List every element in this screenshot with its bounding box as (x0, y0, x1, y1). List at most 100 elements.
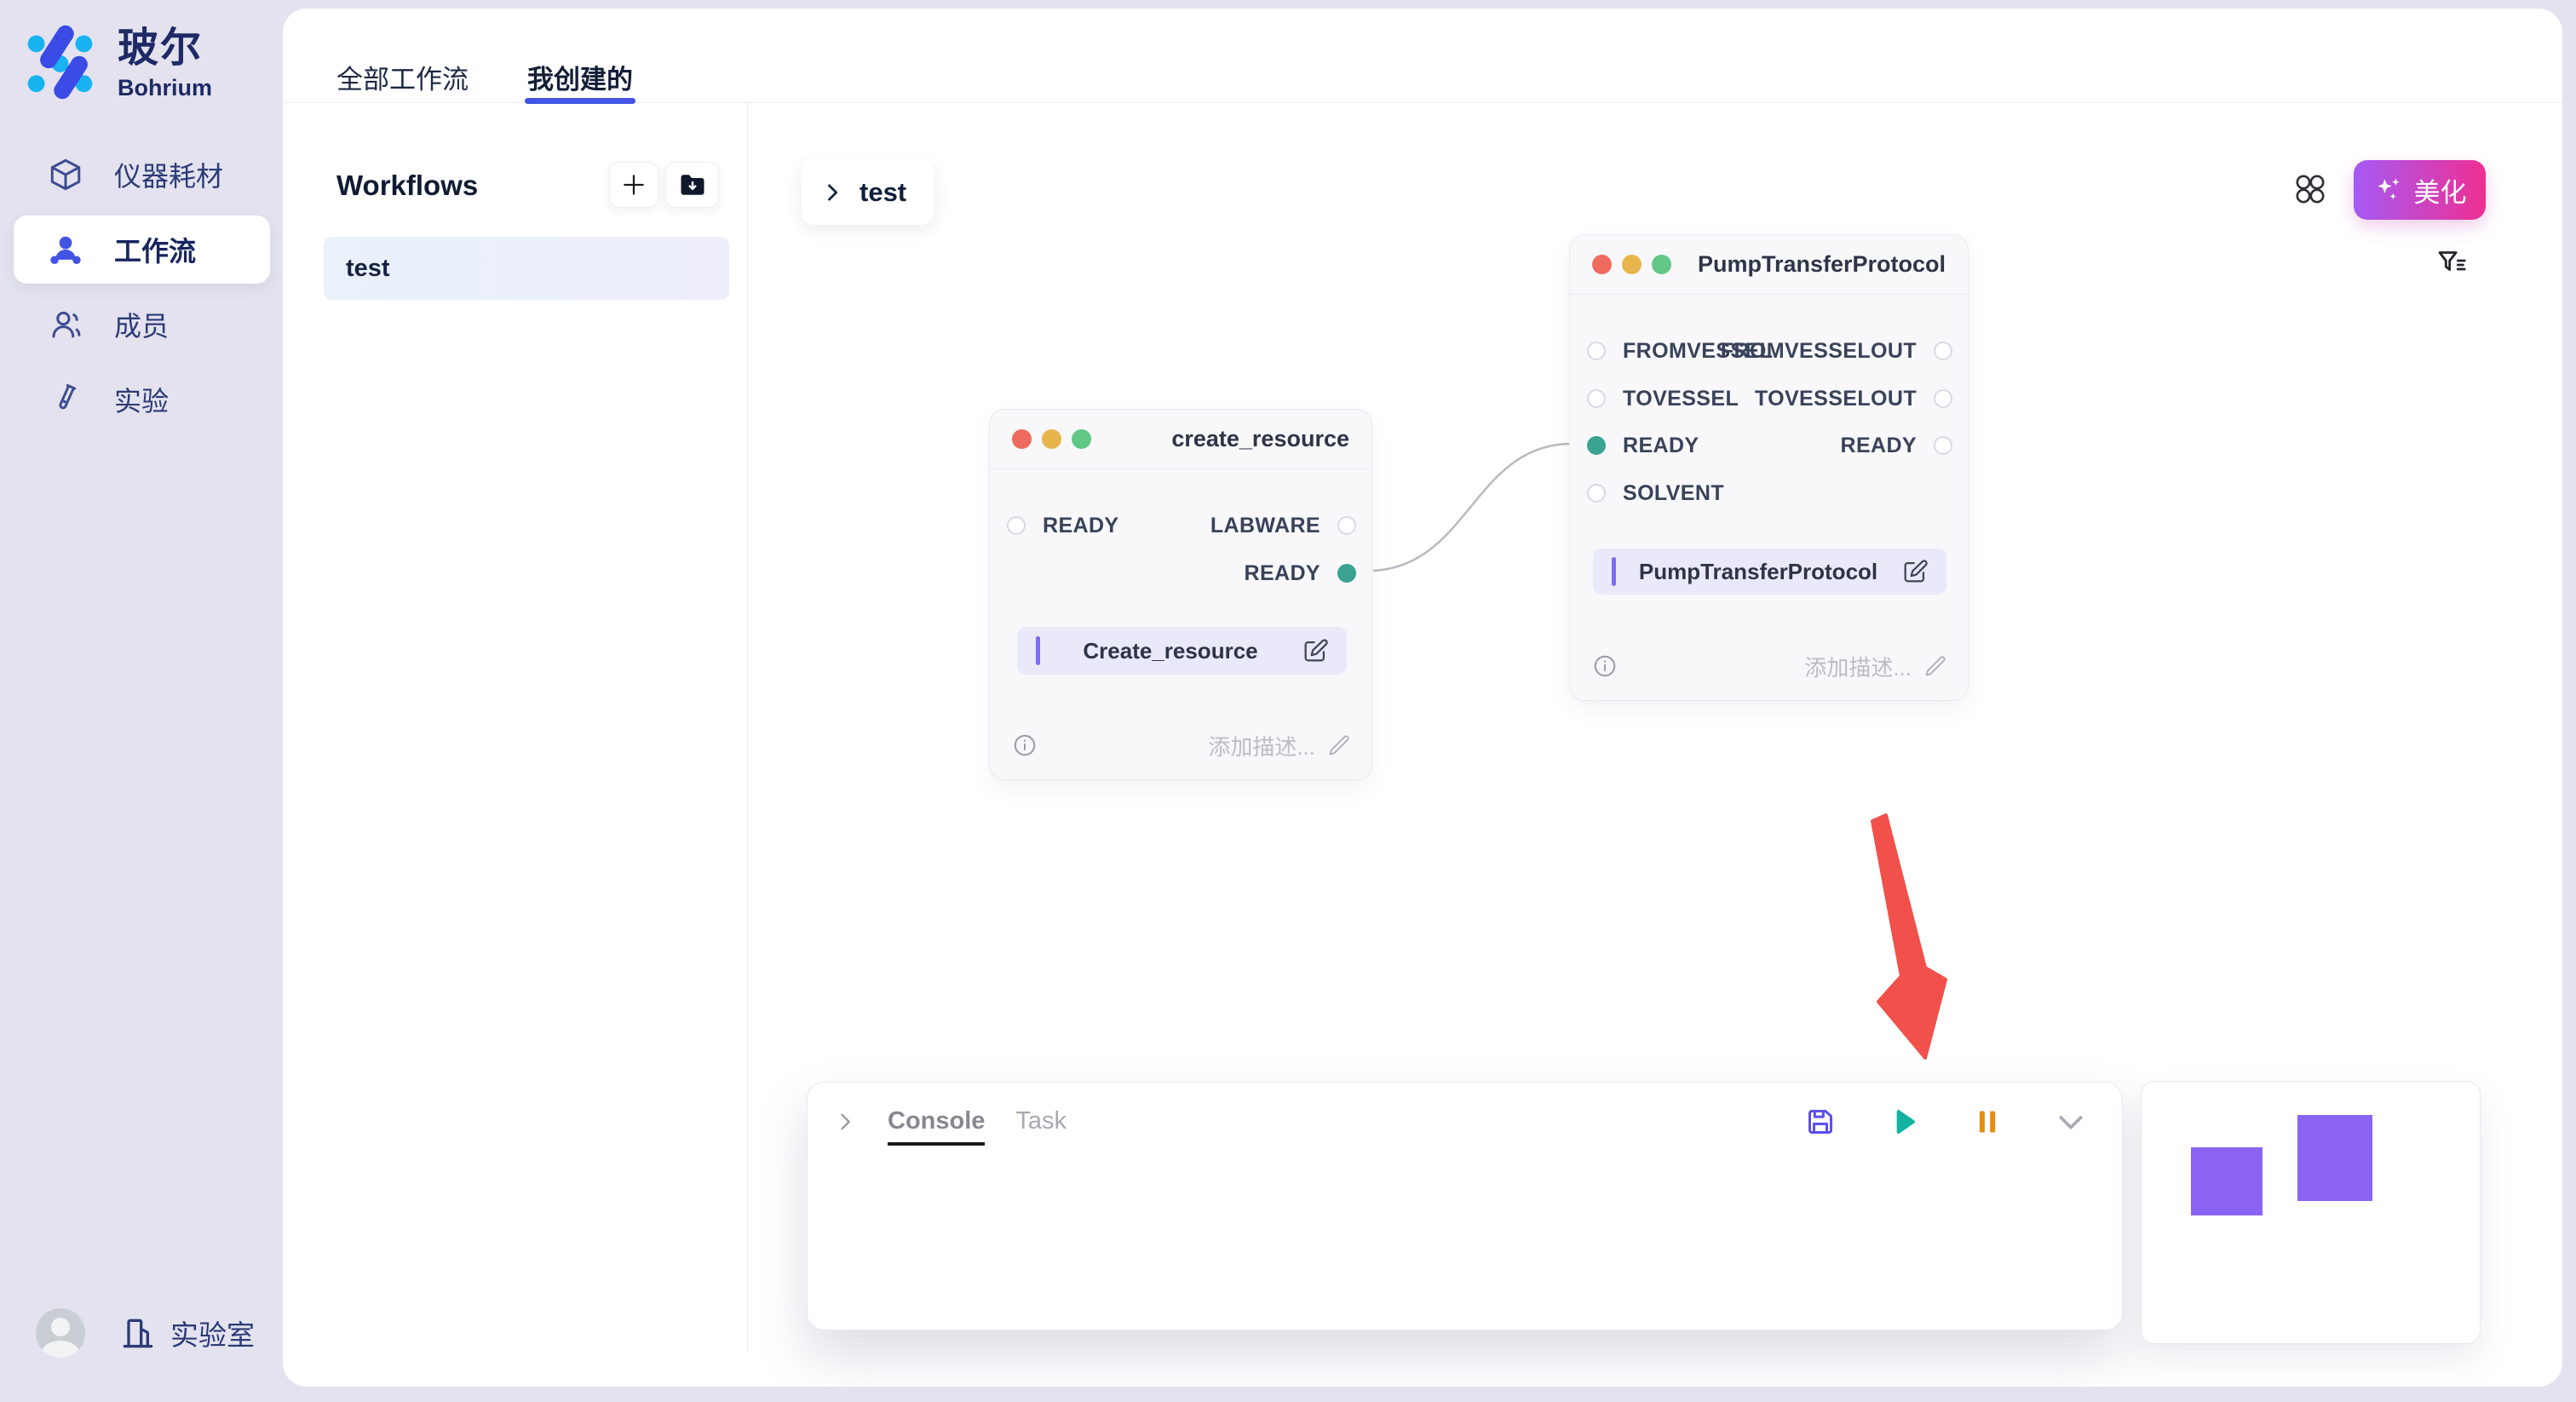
node-footer: 添加描述... (1012, 730, 1351, 761)
action-label: Create_resource (1040, 638, 1301, 664)
sidebar-item-experiments[interactable]: 实验 (14, 365, 270, 434)
traffic-dots (1592, 255, 1671, 274)
port-tovesselout-out: TOVESSELOUT (1755, 388, 1952, 410)
port-handle[interactable] (1007, 516, 1026, 535)
port-label: READY (1840, 434, 1917, 458)
minimap-node-create-resource (2191, 1147, 2263, 1215)
chevron-down-icon[interactable] (2054, 1105, 2088, 1139)
info-icon[interactable] (1012, 733, 1038, 758)
minimap[interactable] (2141, 1081, 2481, 1344)
workflow-list-panel: Workflows test (283, 103, 748, 1353)
description-placeholder[interactable]: 添加描述... (1208, 730, 1315, 761)
node-expand-dot[interactable] (1652, 255, 1671, 274)
layout-grid-icon[interactable] (2293, 172, 2327, 206)
minimap-node-pump-transfer (2297, 1115, 2372, 1201)
box-icon (48, 157, 83, 192)
node-expand-dot[interactable] (1072, 429, 1091, 449)
port-handle[interactable] (1337, 564, 1356, 583)
port-tovessel-in: TOVESSEL (1587, 388, 1739, 410)
port-solvent-in: SOLVENT (1587, 482, 1724, 504)
sidebar-item-label: 成员 (114, 305, 169, 344)
annotation-arrow (1872, 815, 1946, 1058)
port-handle[interactable] (1587, 342, 1606, 360)
node-minimize-dot[interactable] (1042, 429, 1061, 449)
node-minimize-dot[interactable] (1622, 255, 1642, 274)
port-handle[interactable] (1587, 436, 1606, 455)
description-placeholder[interactable]: 添加描述... (1804, 651, 1912, 682)
port-handle[interactable] (1337, 516, 1356, 535)
node-action-pill[interactable]: PumpTransferProtocol (1593, 549, 1946, 595)
workflow-panel-title: Workflows (336, 170, 478, 202)
brand-name-zh: 玻尔 (118, 24, 212, 73)
sidebar-item-label: 工作流 (114, 230, 196, 269)
sparkles-icon (2373, 175, 2404, 205)
user-avatar[interactable] (36, 1308, 85, 1358)
collapse-chevron-icon[interactable] (833, 1110, 857, 1134)
beautify-button[interactable]: 美化 (2354, 160, 2486, 220)
node-pump-transfer-protocol[interactable]: PumpTransferProtocol FROMVESSEL FROMVESS… (1569, 234, 1969, 701)
run-icon[interactable] (1887, 1105, 1921, 1139)
pencil-icon[interactable] (1327, 733, 1351, 757)
sidebar-item-consumables[interactable]: 仪器耗材 (14, 141, 270, 209)
info-icon[interactable] (1592, 653, 1618, 679)
workspace-switcher[interactable]: 实验室 (119, 1313, 255, 1353)
node-title: create_resource (1171, 426, 1349, 452)
port-handle[interactable] (1587, 389, 1606, 408)
plus-icon (619, 170, 648, 199)
console-header: Console Task (808, 1083, 2122, 1147)
add-workflow-button[interactable] (609, 162, 658, 208)
header-tabbar: 全部工作流 我创建的 (283, 9, 2562, 103)
breadcrumb-label: test (860, 177, 906, 208)
chevron-right-icon (820, 181, 844, 204)
brand-name-en: Bohrium (118, 75, 212, 101)
sidebar-item-workflows[interactable]: 工作流 (14, 215, 270, 284)
port-ready-out: READY (1840, 434, 1952, 457)
console-actions (1803, 1105, 2088, 1147)
filter-icon[interactable] (2435, 246, 2470, 280)
canvas-breadcrumb[interactable]: test (802, 159, 934, 225)
port-ready-in: READY (1587, 434, 1699, 457)
port-handle[interactable] (1587, 484, 1606, 503)
tab-console[interactable]: Console (888, 1107, 985, 1146)
port-fromvesselout-out: FROMVESSELOUT (1721, 340, 1952, 362)
pencil-icon[interactable] (1923, 654, 1947, 678)
port-label: TOVESSELOUT (1755, 387, 1917, 411)
save-icon[interactable] (1803, 1105, 1837, 1139)
edit-icon[interactable] (1301, 636, 1330, 665)
port-ready-out: READY (1244, 562, 1356, 584)
port-handle[interactable] (1934, 436, 1952, 455)
tab-task[interactable]: Task (1015, 1107, 1067, 1146)
folder-download-icon (677, 170, 708, 200)
workflow-list-item[interactable]: test (324, 237, 729, 300)
sidebar-item-members[interactable]: 成员 (14, 290, 270, 359)
node-create-resource[interactable]: create_resource READY LABWARE READY Crea… (989, 409, 1372, 780)
pause-icon[interactable] (1970, 1105, 2004, 1139)
node-action-pill[interactable]: Create_resource (1017, 627, 1347, 675)
port-ready-in: READY (1007, 514, 1119, 537)
port-label: LABWARE (1210, 514, 1320, 538)
port-label: READY (1043, 514, 1119, 538)
port-handle[interactable] (1934, 342, 1952, 360)
tab-created-by-me[interactable]: 我创建的 (527, 58, 633, 96)
members-icon (48, 307, 83, 342)
import-folder-button[interactable] (665, 162, 719, 208)
bohrium-logo-icon (26, 24, 102, 101)
edit-icon[interactable] (1900, 557, 1929, 586)
sidebar-item-label: 仪器耗材 (114, 155, 223, 194)
sidebar: 玻尔 Bohrium 仪器耗材 工作流 (0, 0, 283, 1402)
port-label: SOLVENT (1623, 481, 1724, 506)
workspace-label: 实验室 (170, 1313, 255, 1353)
node-close-dot[interactable] (1592, 255, 1612, 274)
port-handle[interactable] (1934, 389, 1952, 408)
node-close-dot[interactable] (1012, 429, 1032, 449)
port-label: TOVESSEL (1623, 387, 1739, 411)
port-label: FROMVESSELOUT (1721, 339, 1917, 364)
node-title: PumpTransferProtocol (1698, 251, 1946, 278)
port-label: READY (1623, 434, 1699, 458)
sidebar-item-label: 实验 (114, 380, 169, 419)
main-content: 全部工作流 我创建的 Workflows test test (283, 9, 2562, 1387)
tab-all-workflows[interactable]: 全部工作流 (336, 58, 469, 96)
port-label: READY (1244, 561, 1320, 586)
beautify-label: 美化 (2414, 171, 2467, 210)
console-panel: Console Task (807, 1082, 2123, 1330)
